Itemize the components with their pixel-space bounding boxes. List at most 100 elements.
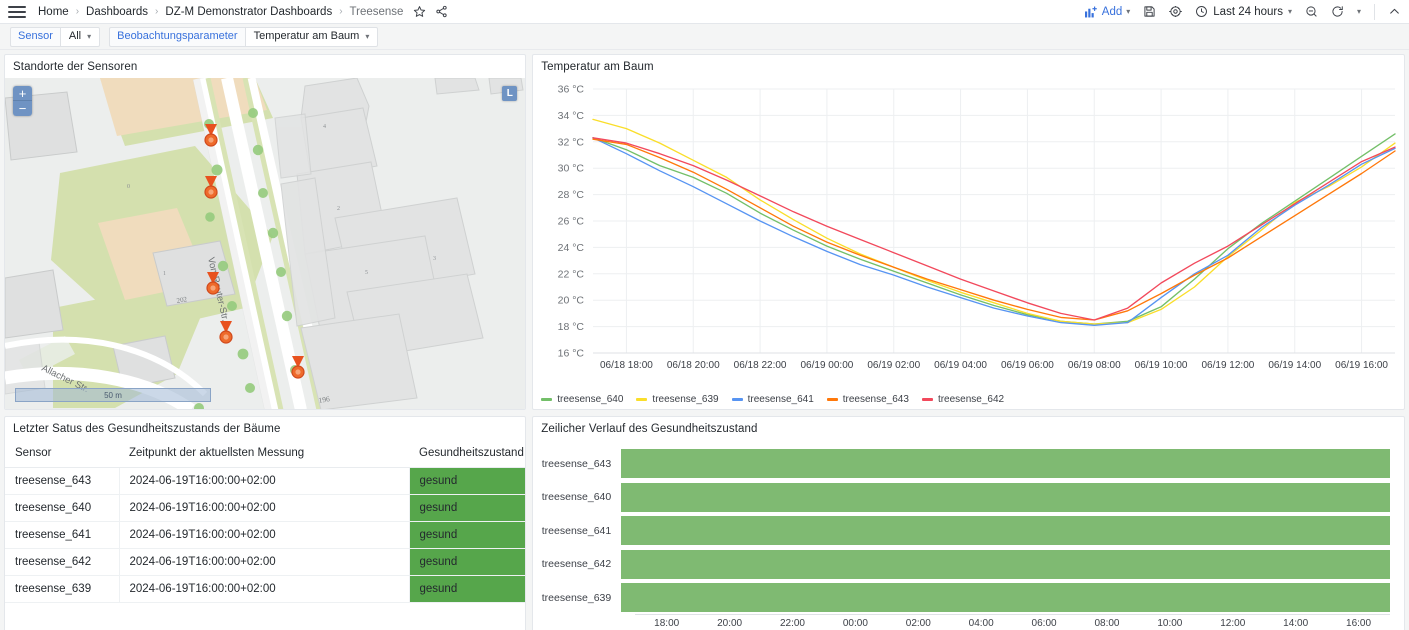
table-row[interactable]: treesense_639 2024-06-19T16:00:00+02:00 ge… bbox=[5, 575, 526, 603]
map-sensor-marker bbox=[291, 356, 305, 379]
state-timeline-bar-healthy[interactable] bbox=[621, 549, 1390, 579]
timeseries-plot: 16 °C 18 °C 20 °C 22 °C 24 °C 26 °C 28 °C 30 °C… bbox=[558, 84, 1396, 371]
share-icon[interactable] bbox=[435, 5, 448, 18]
table-cell-sensor: treesense_643 bbox=[5, 467, 120, 495]
state-timeline-bar-healthy[interactable] bbox=[621, 583, 1390, 612]
table-cell-sensor: treesense_642 bbox=[5, 548, 120, 576]
variable-beobachtungsparameter: Beobachtungsparameter Temperatur am Baum… bbox=[109, 26, 379, 47]
table-row[interactable]: treesense_643 2024-06-19T16:00:00+02:00 ge… bbox=[5, 467, 526, 495]
leaflet-attribution-badge[interactable]: L bbox=[502, 86, 518, 101]
svg-text:28 °C: 28 °C bbox=[558, 189, 585, 201]
zoom-out-icon[interactable] bbox=[1305, 5, 1318, 18]
variable-sensor-label[interactable]: Sensor bbox=[10, 26, 60, 47]
table-cell-health-state: gesund bbox=[409, 521, 526, 549]
legend-swatch-icon bbox=[921, 398, 933, 401]
legend-item-treesense_643[interactable]: treesense_643 bbox=[826, 394, 909, 405]
refresh-interval-chevron-icon[interactable]: ▾ bbox=[1357, 7, 1361, 16]
clock-icon bbox=[1195, 5, 1208, 18]
svg-text:1: 1 bbox=[163, 271, 166, 277]
map-zoom-out-button[interactable]: − bbox=[13, 101, 32, 116]
map-sensor-marker bbox=[219, 321, 233, 344]
panel-title-statetimeline: Zeilicher Verlauf des Gesundheitszustand bbox=[541, 423, 758, 435]
legend-item-treesense_641[interactable]: treesense_641 bbox=[731, 394, 814, 405]
svg-text:06/19 02:00: 06/19 02:00 bbox=[868, 360, 921, 371]
svg-text:26 °C: 26 °C bbox=[558, 216, 585, 228]
state-timeline-row: treesense_639 bbox=[533, 583, 1404, 612]
svg-text:06/19 12:00: 06/19 12:00 bbox=[1202, 360, 1255, 371]
gear-icon[interactable] bbox=[1169, 5, 1183, 18]
state-timeline-row-label: treesense_642 bbox=[541, 558, 612, 570]
add-panel-label: Add bbox=[1101, 5, 1123, 18]
panel-health-state-timeline: Zeilicher Verlauf des Gesundheitszustand… bbox=[532, 416, 1405, 630]
state-timeline-row-label: treesense_640 bbox=[541, 491, 612, 503]
state-timeline-x-tick: 10:00 bbox=[1157, 618, 1183, 629]
svg-text:32 °C: 32 °C bbox=[558, 136, 585, 148]
table-column-header-state[interactable]: Gesundheitszustand bbox=[409, 440, 526, 468]
state-timeline-x-tick: 08:00 bbox=[1094, 618, 1120, 629]
table-cell-timestamp: 2024-06-19T16:00:00+02:00 bbox=[119, 467, 410, 495]
star-icon[interactable] bbox=[413, 5, 426, 18]
map-zoom-in-button[interactable]: + bbox=[13, 86, 32, 101]
map-sensor-marker bbox=[204, 176, 218, 199]
breadcrumb-item-treesense[interactable]: Treesense bbox=[349, 6, 405, 18]
refresh-icon[interactable] bbox=[1331, 5, 1344, 18]
table-cell-health-state: gesund bbox=[409, 494, 526, 522]
health-status-table[interactable]: Sensor Zeitpunkt der aktuellsten Messung… bbox=[5, 440, 526, 630]
variable-beobachtungsparameter-value[interactable]: Temperatur am Baum ▾ bbox=[244, 26, 379, 47]
legend-item-treesense_639[interactable]: treesense_639 bbox=[636, 394, 719, 405]
time-range-picker[interactable]: Last 24 hours ▾ bbox=[1195, 5, 1292, 18]
state-timeline-x-tick: 22:00 bbox=[779, 618, 805, 629]
svg-text:06/19 00:00: 06/19 00:00 bbox=[801, 360, 854, 371]
variable-sensor-value-text: All bbox=[68, 30, 82, 42]
table-cell-timestamp: 2024-06-19T16:00:00+02:00 bbox=[119, 575, 410, 603]
legend-label: treesense_640 bbox=[557, 394, 624, 405]
variable-sensor-value[interactable]: All ▾ bbox=[59, 26, 101, 47]
state-timeline-x-tick: 20:00 bbox=[717, 618, 743, 629]
table-row[interactable]: treesense_642 2024-06-19T16:00:00+02:00 ge… bbox=[5, 548, 526, 576]
map-zoom-controls: + − bbox=[13, 86, 32, 116]
save-dashboard-icon[interactable] bbox=[1143, 5, 1156, 18]
state-timeline-row-label: treesense_641 bbox=[541, 524, 612, 537]
variable-sensor: Sensor All ▾ bbox=[10, 26, 101, 47]
add-panel-button[interactable]: Add ▾ bbox=[1084, 6, 1130, 18]
state-timeline-bar-healthy[interactable] bbox=[621, 482, 1390, 512]
svg-text:16 °C: 16 °C bbox=[558, 348, 585, 360]
timeseries-chart[interactable]: 16 °C 18 °C 20 °C 22 °C 24 °C 26 °C 28 °C 30 °C… bbox=[533, 77, 1404, 409]
state-timeline-row: treesense_642 bbox=[533, 549, 1404, 579]
state-timeline-x-tick: 06:00 bbox=[1031, 618, 1057, 629]
dashboard-grid: Standorte der Sensoren 202 196 4 2 5 3 1… bbox=[0, 54, 1409, 630]
breadcrumb-item-home[interactable]: Home bbox=[37, 6, 70, 18]
state-timeline-x-tick: 04:00 bbox=[968, 618, 994, 629]
panel-sensor-locations-map: Standorte der Sensoren 202 196 4 2 5 3 1… bbox=[4, 54, 527, 410]
breadcrumb-item-dashboards[interactable]: Dashboards bbox=[85, 6, 149, 18]
table-column-header-timestamp[interactable]: Zeitpunkt der aktuellsten Messung bbox=[119, 440, 409, 468]
panel-latest-health-status-table: Letzter Satus des Gesundheitszustands de… bbox=[4, 416, 527, 630]
state-timeline-x-tick: 14:00 bbox=[1283, 618, 1309, 629]
state-timeline-x-tick: 02:00 bbox=[905, 618, 931, 629]
variable-beobachtungsparameter-label[interactable]: Beobachtungsparameter bbox=[109, 26, 245, 47]
svg-text:06/19 14:00: 06/19 14:00 bbox=[1269, 360, 1322, 371]
breadcrumb-separator: › bbox=[155, 6, 159, 17]
chevron-up-icon[interactable] bbox=[1388, 5, 1401, 18]
state-timeline-row-label: treesense_639 bbox=[541, 591, 612, 604]
table-row[interactable]: treesense_640 2024-06-19T16:00:00+02:00 ge… bbox=[5, 494, 526, 522]
state-timeline-x-axis: 18:00 20:00 22:00 00:00 02:00 04:00 06:00 08:00… bbox=[635, 614, 1390, 630]
table-cell-health-state: gesund bbox=[409, 548, 526, 576]
state-timeline-bar-healthy[interactable] bbox=[621, 449, 1390, 478]
table-row[interactable]: treesense_641 2024-06-19T16:00:00+02:00 ge… bbox=[5, 521, 526, 549]
map-canvas[interactable]: 202 196 4 2 5 3 1 0 Von-Reuter-Str. Alla… bbox=[5, 78, 526, 409]
state-timeline-row: treesense_643 bbox=[533, 449, 1404, 478]
legend-item-treesense_640[interactable]: treesense_640 bbox=[541, 394, 623, 405]
table-cell-health-state: gesund bbox=[409, 467, 526, 495]
table-column-header-sensor[interactable]: Sensor bbox=[5, 440, 119, 468]
panel-title-timeseries: Temperatur am Baum bbox=[541, 61, 654, 73]
chevron-down-icon: ▾ bbox=[365, 31, 370, 41]
timeseries-legend: treesense_640 treesense_639 treesense_641 t… bbox=[541, 394, 1004, 405]
state-timeline-bar-healthy[interactable] bbox=[621, 516, 1390, 545]
state-timeline-chart[interactable]: treesense_643 treesense_640 treesense_641t… bbox=[533, 439, 1404, 630]
legend-item-treesense_642[interactable]: treesense_642 bbox=[921, 394, 1004, 405]
hamburger-menu-icon[interactable] bbox=[6, 5, 28, 19]
legend-label: treesense_641 bbox=[747, 394, 814, 405]
breadcrumb-item-folder[interactable]: DZ-M Demonstrator Dashboards bbox=[164, 6, 333, 18]
legend-swatch-icon bbox=[636, 398, 648, 401]
